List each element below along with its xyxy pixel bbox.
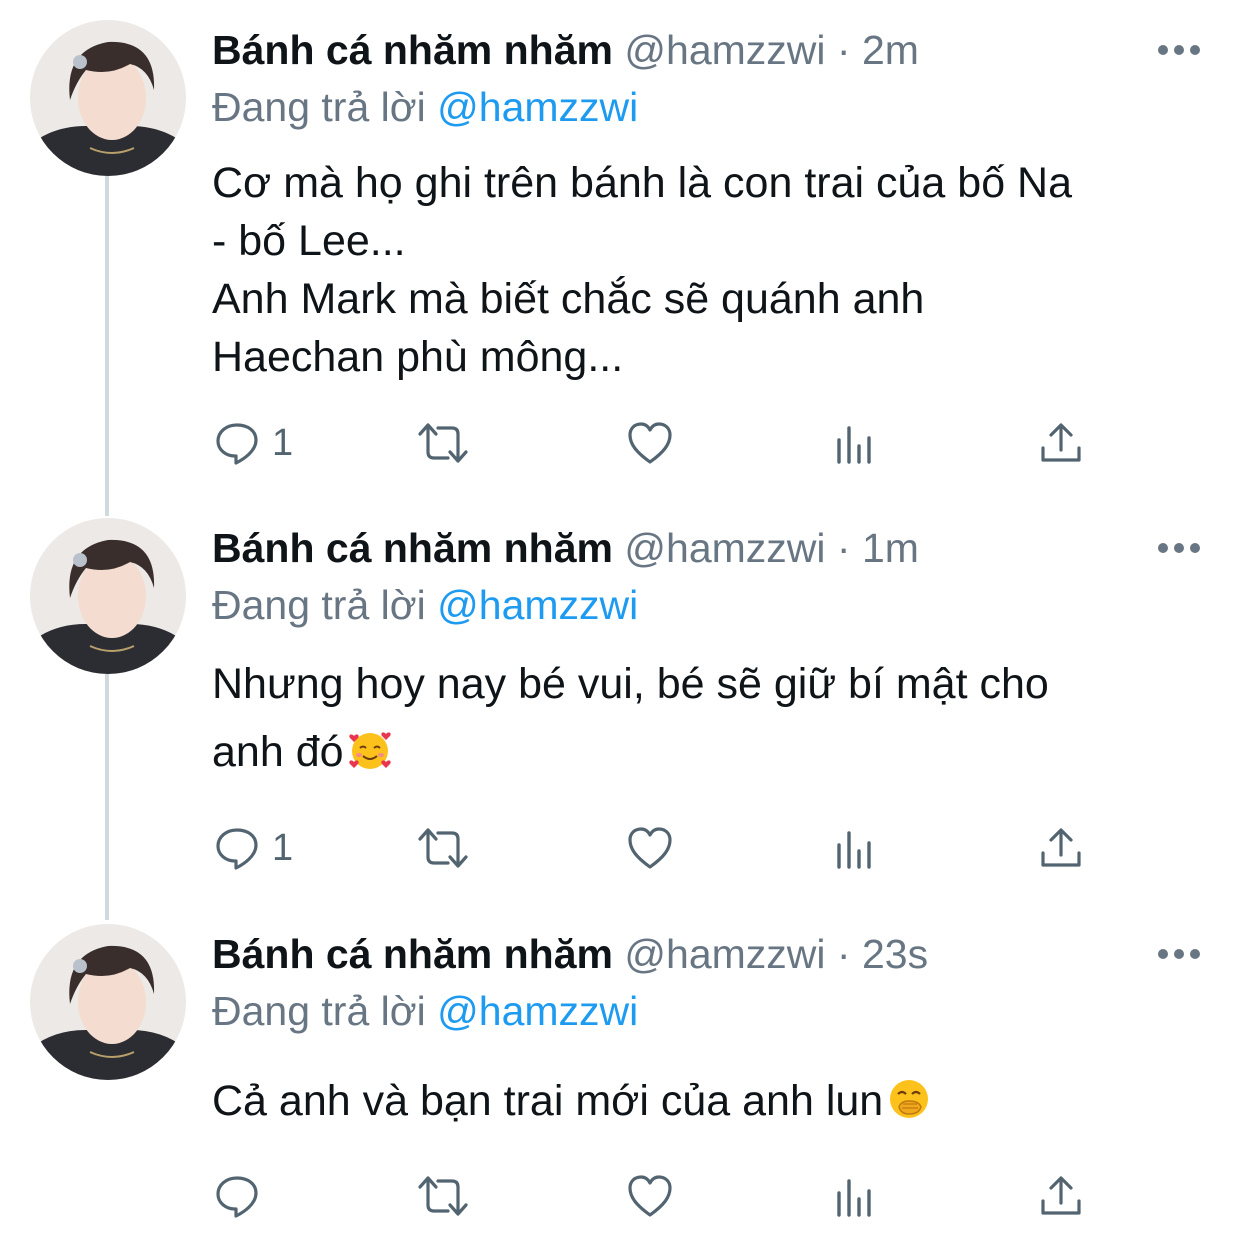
share-icon: [1041, 1176, 1081, 1215]
replying-to-label: Đang trả lời: [212, 582, 426, 628]
more-icon[interactable]: [1158, 44, 1200, 56]
like-button[interactable]: [626, 818, 674, 878]
reply-count: 1: [272, 826, 294, 869]
smiling-face-with-hearts-icon: [348, 732, 391, 769]
tweet-text: Nhưng hoy nay bé vui, bé sẽ giữ bí mật c…: [212, 660, 1049, 776]
tweet-actions: [0, 1166, 1242, 1226]
like-icon: [628, 422, 672, 464]
tweet-text: Cả anh và bạn trai mới của anh lun: [212, 1077, 884, 1125]
share-icon: [1041, 828, 1081, 867]
share-button[interactable]: [1038, 818, 1084, 878]
reply-icon: [216, 1176, 258, 1218]
analytics-button[interactable]: [834, 1166, 878, 1226]
display-name[interactable]: Bánh cá nhăm nhăm: [212, 27, 613, 73]
reply-icon: [216, 828, 258, 870]
display-name[interactable]: Bánh cá nhăm nhăm: [212, 525, 613, 571]
username[interactable]: @hamzzwi: [624, 525, 825, 571]
retweet-icon: [418, 828, 468, 868]
replying-to-label: Đang trả lời: [212, 84, 426, 130]
timestamp[interactable]: 2m: [862, 27, 919, 73]
replying-to-label: Đang trả lời: [212, 988, 426, 1034]
replying-to: Đang trả lời @hamzzwi: [212, 84, 638, 130]
separator-dot: ·: [836, 525, 851, 571]
tweet-actions: 1: [0, 413, 1242, 473]
retweet-button[interactable]: [414, 1166, 472, 1226]
like-button[interactable]: [626, 1166, 674, 1226]
tweet-header: Bánh cá nhăm nhăm @hamzzwi · 23s: [212, 932, 928, 976]
reply-icon: [216, 423, 258, 465]
avatar[interactable]: [30, 924, 186, 1080]
analytics-button[interactable]: [834, 413, 878, 473]
reply-mention-link[interactable]: @hamzzwi: [437, 582, 638, 628]
analytics-button[interactable]: [834, 818, 878, 878]
tweet[interactable]: Bánh cá nhăm nhăm @hamzzwi · 23s Đang tr…: [0, 904, 1242, 1236]
like-button[interactable]: [626, 413, 674, 473]
reply-mention-link[interactable]: @hamzzwi: [437, 988, 638, 1034]
reply-button[interactable]: [214, 1166, 272, 1226]
share-button[interactable]: [1038, 413, 1084, 473]
more-icon[interactable]: [1158, 542, 1200, 554]
reply-count: 1: [272, 421, 294, 464]
retweet-icon: [418, 1176, 468, 1216]
retweet-button[interactable]: [414, 818, 472, 878]
face-with-hand-over-mouth-icon: [890, 1080, 929, 1118]
avatar[interactable]: [30, 20, 186, 176]
replying-to: Đang trả lời @hamzzwi: [212, 582, 638, 628]
separator-dot: ·: [836, 931, 851, 977]
tweet-header: Bánh cá nhăm nhăm @hamzzwi · 2m: [212, 28, 919, 72]
analytics-icon: [837, 1179, 871, 1217]
share-icon: [1041, 423, 1081, 462]
tweet[interactable]: Bánh cá nhăm nhăm @hamzzwi · 2m Đang trả…: [0, 0, 1242, 500]
tweet-header: Bánh cá nhăm nhăm @hamzzwi · 1m: [212, 526, 919, 570]
reply-mention-link[interactable]: @hamzzwi: [437, 84, 638, 130]
share-button[interactable]: [1038, 1166, 1084, 1226]
analytics-icon: [837, 426, 871, 464]
reply-button[interactable]: 1: [214, 413, 293, 473]
avatar[interactable]: [30, 518, 186, 674]
timestamp[interactable]: 1m: [862, 525, 919, 571]
tweet-text-wrapper: Cả anh và bạn trai mới của anh lun: [212, 1072, 1212, 1130]
username[interactable]: @hamzzwi: [624, 931, 825, 977]
reply-button[interactable]: 1: [214, 818, 293, 878]
tweet-actions: 1: [0, 818, 1242, 878]
tweet[interactable]: Bánh cá nhăm nhăm @hamzzwi · 1m Đang trả…: [0, 498, 1242, 898]
retweet-icon: [418, 423, 468, 463]
like-icon: [628, 827, 672, 869]
username[interactable]: @hamzzwi: [624, 27, 825, 73]
separator-dot: ·: [836, 27, 851, 73]
tweet-text-wrapper: Nhưng hoy nay bé vui, bé sẽ giữ bí mật c…: [212, 650, 1212, 786]
display-name[interactable]: Bánh cá nhăm nhăm: [212, 931, 613, 977]
retweet-button[interactable]: [414, 413, 472, 473]
like-icon: [628, 1175, 672, 1217]
tweet-text: Cơ mà họ ghi trên bánh là con trai của b…: [212, 159, 1073, 381]
timestamp[interactable]: 23s: [862, 931, 928, 977]
analytics-icon: [837, 831, 871, 869]
replying-to: Đang trả lời @hamzzwi: [212, 988, 638, 1034]
more-icon[interactable]: [1158, 948, 1200, 960]
